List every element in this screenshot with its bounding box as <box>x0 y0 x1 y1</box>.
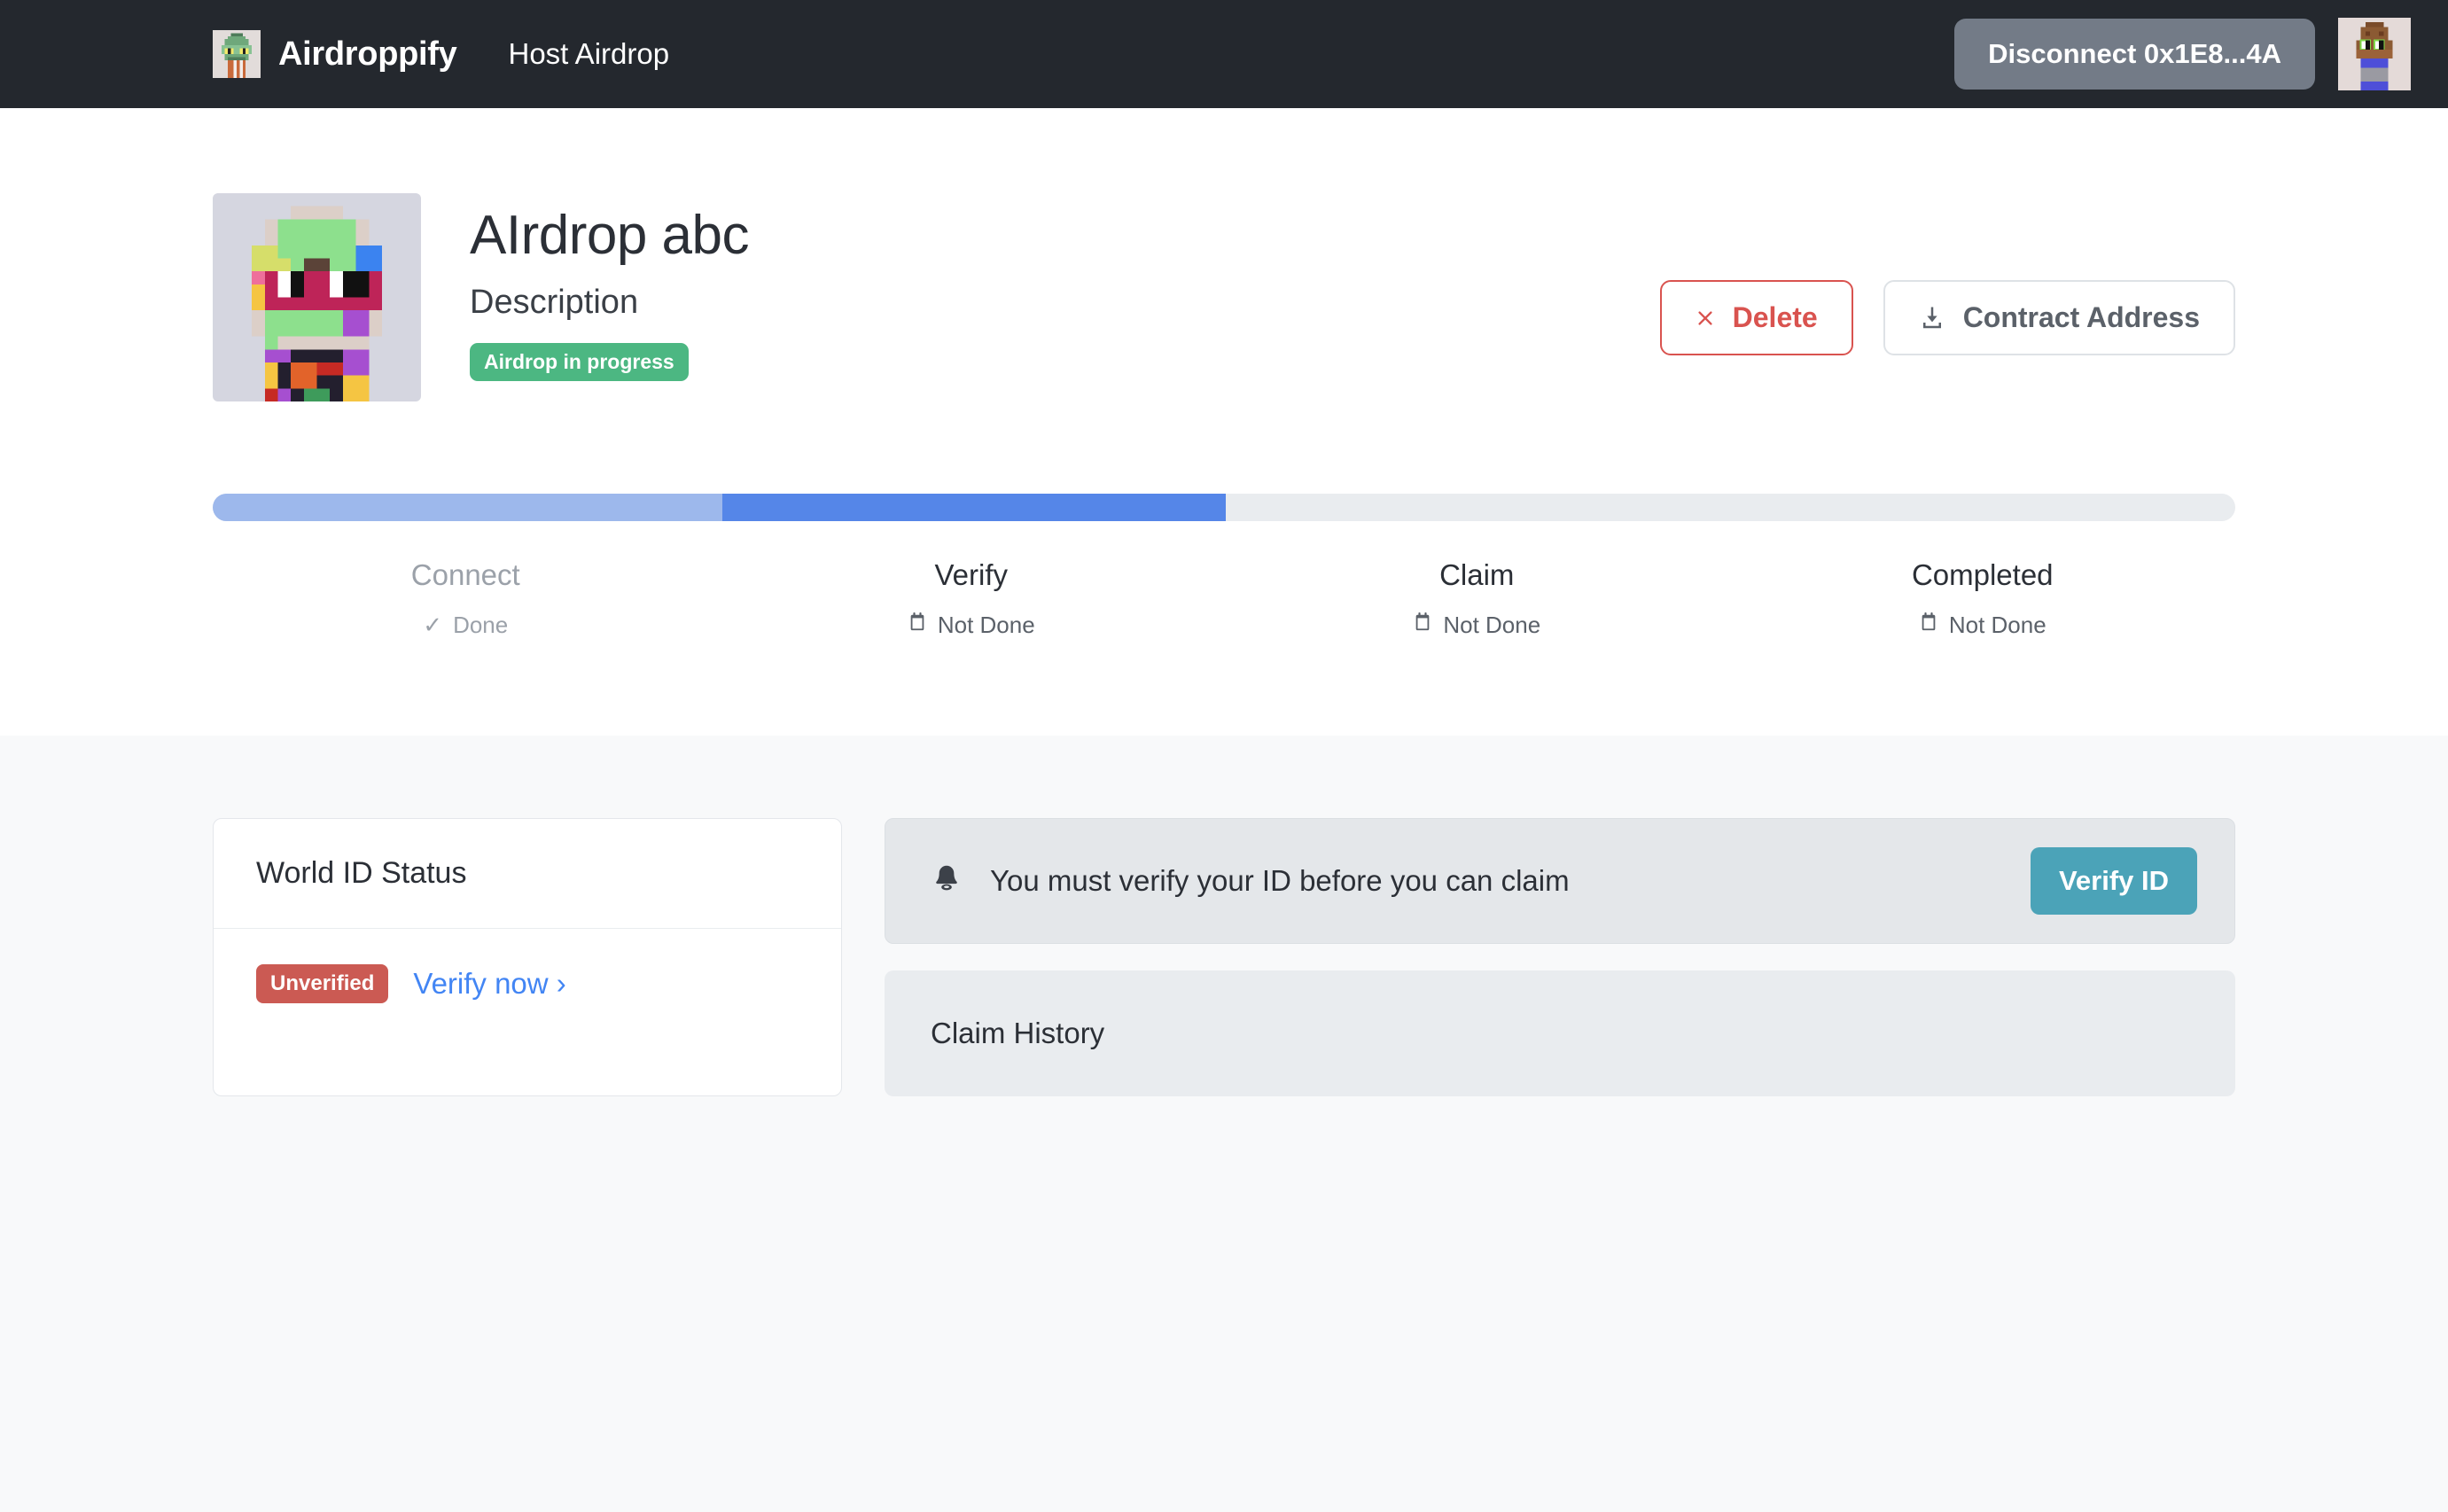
progress-step-connect: Connect ✓ Done <box>213 558 719 639</box>
top-navbar: Airdroppify Host Airdrop Disconnect 0x1E… <box>0 0 2448 108</box>
contract-address-label: Contract Address <box>1962 301 2200 333</box>
status-badge: Airdrop in progress <box>470 343 689 382</box>
step-label: Connect <box>410 558 520 591</box>
step-label: Verify <box>934 558 1009 591</box>
world-id-status-card: World ID Status Unverified Verify now › <box>213 818 842 1096</box>
title-block: AIrdrop abc Description Airdrop in progr… <box>470 193 750 382</box>
progress-step-completed: Completed Not Done <box>1730 558 2236 639</box>
step-status-label: Not Done <box>1443 612 1541 638</box>
verify-id-button[interactable]: Verify ID <box>2030 847 2197 915</box>
calendar-icon <box>1413 612 1432 639</box>
brand-name: Airdroppify <box>278 35 457 73</box>
step-label: Completed <box>1911 558 2054 591</box>
step-status: ✓ Done <box>213 612 719 639</box>
world-id-card-title: World ID Status <box>256 856 467 890</box>
airdrop-description: Description <box>470 284 639 322</box>
wallet-avatar[interactable] <box>2338 18 2411 90</box>
card-header: World ID Status <box>214 819 841 929</box>
claim-history-title: Claim History <box>931 1017 1105 1049</box>
delete-button[interactable]: Delete <box>1659 280 1853 355</box>
step-status-label: Not Done <box>1948 612 2046 638</box>
nav-host-airdrop[interactable]: Host Airdrop <box>508 37 669 71</box>
verify-now-link[interactable]: Verify now › <box>413 967 565 1001</box>
alert-message: You must verify your ID before you can c… <box>990 864 1570 897</box>
progress-section: Connect ✓ Done Verify Not Done Claim Not… <box>213 494 2235 639</box>
pixel-avatar-icon <box>213 30 261 78</box>
right-column: You must verify your ID before you can c… <box>885 818 2235 1096</box>
airdrop-header-section: AIrdrop abc Description Airdrop in progr… <box>0 108 2448 736</box>
title-row: AIrdrop abc Description Airdrop in progr… <box>213 108 2235 401</box>
step-status: Not Done <box>1224 612 1730 639</box>
calendar-icon <box>908 612 927 639</box>
download-icon <box>1919 305 1945 331</box>
verify-id-alert: You must verify your ID before you can c… <box>885 818 2235 944</box>
step-status-label: Done <box>453 612 509 638</box>
close-x-icon <box>1696 308 1715 328</box>
check-icon: ✓ <box>423 612 443 638</box>
progress-bar <box>213 494 2235 521</box>
unverified-badge: Unverified <box>256 964 389 1003</box>
bell-icon <box>932 863 962 900</box>
page-title: AIrdrop abc <box>470 205 750 266</box>
progress-segment-connect <box>213 494 723 521</box>
step-status-label: Not Done <box>937 612 1035 638</box>
navbar-right: Disconnect 0x1E8...4A <box>1954 18 2411 90</box>
progress-steps: Connect ✓ Done Verify Not Done Claim Not… <box>213 558 2235 639</box>
disconnect-wallet-button[interactable]: Disconnect 0x1E8...4A <box>1954 19 2315 90</box>
progress-step-verify: Verify Not Done <box>719 558 1225 639</box>
delete-label: Delete <box>1732 301 1818 333</box>
step-status: Not Done <box>1730 612 2236 639</box>
main-content-section: World ID Status Unverified Verify now › … <box>0 736 2448 1512</box>
progress-step-claim: Claim Not Done <box>1224 558 1730 639</box>
step-status: Not Done <box>719 612 1225 639</box>
calendar-icon <box>1919 612 1938 639</box>
progress-segment-verify <box>722 494 1227 521</box>
card-body: Unverified Verify now › <box>214 929 841 1039</box>
claim-history-panel: Claim History <box>885 970 2235 1096</box>
contract-address-button[interactable]: Contract Address <box>1883 280 2235 355</box>
action-buttons: Delete Contract Address <box>1659 193 2235 355</box>
content-grid: World ID Status Unverified Verify now › … <box>213 736 2235 1096</box>
brand-logo[interactable]: Airdroppify <box>213 30 457 78</box>
airdrop-avatar <box>213 193 421 401</box>
step-label: Claim <box>1439 558 1515 591</box>
